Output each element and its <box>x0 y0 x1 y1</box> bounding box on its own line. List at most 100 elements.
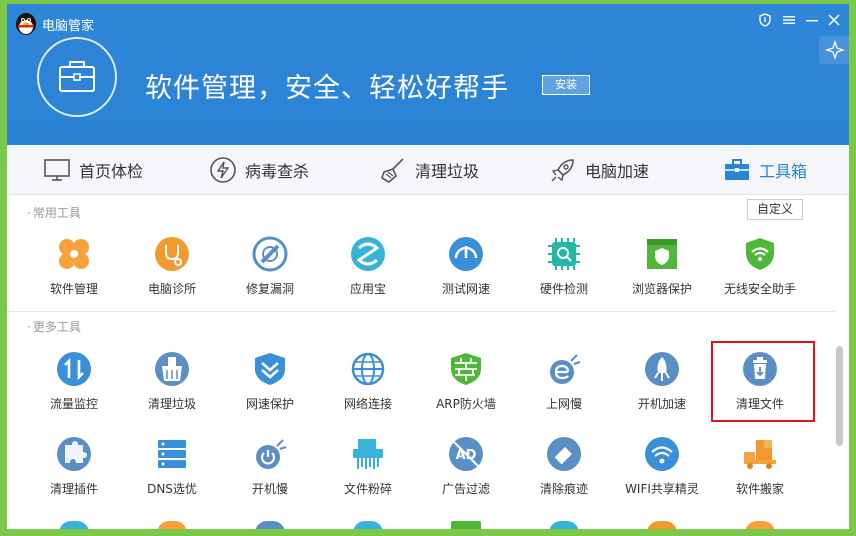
tool-label: 硬件检测 <box>539 282 588 296</box>
tool-clear-traces[interactable]: 清除痕迹 <box>519 436 609 516</box>
dns-icon <box>158 440 186 468</box>
tab-label: 清理垃圾 <box>415 162 480 181</box>
vertical-scrollbar[interactable] <box>836 346 843 446</box>
tool-boot-speed[interactable]: 开机加速 <box>617 351 707 431</box>
tool-browser-protect[interactable]: 浏览器保护 <box>617 236 707 316</box>
partial-tool-icon <box>353 521 383 529</box>
tool-network-connect[interactable]: 网络连接 <box>323 351 413 431</box>
section-title-common: 常用工具 <box>27 204 81 221</box>
patch-icon <box>252 236 288 272</box>
tab-toolbox[interactable]: 工具箱 <box>723 145 807 195</box>
wifi-share-icon <box>645 437 679 471</box>
tool-slow-browsing[interactable]: 上网慢 <box>519 351 609 431</box>
tool-label: 软件搬家 <box>735 482 784 496</box>
partial-tool-icon <box>157 521 187 529</box>
tool-speed-test[interactable]: 测试网速 <box>421 236 511 316</box>
tool-arp-firewall[interactable]: ARP防火墙 <box>421 351 511 431</box>
tool-label: 电脑诊所 <box>147 282 196 296</box>
tool-fix-vulnerabilities[interactable]: 修复漏洞 <box>225 236 315 316</box>
tool-label: 流量监控 <box>49 397 98 411</box>
sparkle-skin-button[interactable] <box>819 36 849 64</box>
tab-virus-scan[interactable]: 病毒查杀 <box>209 145 309 195</box>
tool-label: 无线安全助手 <box>723 282 796 296</box>
tool-file-shredder[interactable]: 文件粉碎 <box>323 436 413 516</box>
trash-cleaner-icon <box>155 352 189 386</box>
slow-boot-icon <box>256 439 287 469</box>
tool-label: DNS选优 <box>147 482 197 496</box>
window-frame: 电脑管家 软件管理，安全、轻松好帮手 安装 首页体检 病毒查杀 清理垃圾 电脑加… <box>0 0 856 536</box>
partial-tool-icon <box>255 521 285 529</box>
lightning-shield-icon <box>210 157 236 183</box>
tool-label: 上网慢 <box>545 397 582 411</box>
tool-label: 文件粉碎 <box>343 482 392 496</box>
tool-label: 测试网速 <box>441 282 490 296</box>
tool-label: 开机加速 <box>637 397 686 411</box>
partial-folder-icon <box>451 521 481 529</box>
tool-ad-filter[interactable]: AD 广告过滤 <box>421 436 511 516</box>
tool-label: 网速保护 <box>245 397 294 411</box>
partial-tool-icon <box>745 521 775 529</box>
tab-label: 电脑加速 <box>585 162 650 181</box>
tool-app-store[interactable]: 应用宝 <box>323 236 413 316</box>
tab-label: 首页体检 <box>79 162 144 181</box>
stethoscope-icon <box>155 237 189 271</box>
minimize-icon[interactable] <box>804 13 820 29</box>
moving-truck-icon <box>744 440 776 469</box>
toolbox-icon <box>725 159 749 180</box>
globe-icon <box>351 352 385 386</box>
tool-traffic-monitor[interactable]: 流量监控 <box>29 351 119 431</box>
speed-protect-icon <box>255 353 285 385</box>
wifi-shield-icon <box>746 238 774 270</box>
menu-icon[interactable] <box>781 13 797 29</box>
tool-hardware-check[interactable]: 硬件检测 <box>519 236 609 316</box>
tab-label: 病毒查杀 <box>245 162 310 181</box>
highlight-box <box>711 341 815 422</box>
tool-label: 软件管理 <box>49 282 98 296</box>
header-banner: 电脑管家 软件管理，安全、轻松好帮手 安装 <box>7 4 849 145</box>
tool-slow-boot[interactable]: 开机慢 <box>225 436 315 516</box>
tool-label: 广告过滤 <box>441 482 490 496</box>
firewall-icon <box>451 353 481 385</box>
tool-label: 浏览器保护 <box>631 282 692 296</box>
tool-software-manager[interactable]: 软件管理 <box>29 236 119 316</box>
section-title-more: 更多工具 <box>27 318 81 335</box>
tool-move-software[interactable]: 软件搬家 <box>715 436 805 516</box>
tool-label: 网络连接 <box>343 397 392 411</box>
rocket-icon <box>551 159 574 182</box>
main-nav: 首页体检 病毒查杀 清理垃圾 电脑加速 工具箱 <box>7 145 849 195</box>
boot-speed-icon <box>645 352 679 386</box>
shredder-icon <box>353 439 383 469</box>
tab-home-checkup[interactable]: 首页体检 <box>43 145 143 195</box>
tab-label: 工具箱 <box>759 162 808 181</box>
tool-label: 开机慢 <box>251 482 288 496</box>
section-divider <box>7 311 835 312</box>
partial-tool-icon <box>59 521 89 529</box>
shield-icon[interactable] <box>757 13 773 29</box>
customize-button[interactable]: 自定义 <box>747 199 803 220</box>
browser-shield-icon <box>647 239 677 269</box>
hardware-check-icon <box>548 238 580 270</box>
partial-tool-icon <box>647 521 677 529</box>
tool-clean-plugins[interactable]: 清理插件 <box>29 436 119 516</box>
tool-wifi-security[interactable]: 无线安全助手 <box>715 236 805 316</box>
tool-dns-optimize[interactable]: DNS选优 <box>127 436 217 516</box>
tab-clean-junk[interactable]: 清理垃圾 <box>379 145 479 195</box>
install-button[interactable]: 安装 <box>542 75 590 95</box>
qq-penguin-icon <box>16 13 36 35</box>
traffic-monitor-icon <box>57 352 91 386</box>
tool-speed-protect[interactable]: 网速保护 <box>225 351 315 431</box>
tool-label: 修复漏洞 <box>245 282 294 296</box>
tool-pc-clinic[interactable]: 电脑诊所 <box>127 236 217 316</box>
toolbox-hero-icon <box>37 37 117 117</box>
tool-trash-cleaner[interactable]: 清理垃圾 <box>127 351 217 431</box>
banner-headline: 软件管理，安全、轻松好帮手 <box>145 73 509 104</box>
tool-wifi-share[interactable]: WIFI共享精灵 <box>617 436 707 516</box>
broom-icon <box>381 158 404 183</box>
partial-tool-icon <box>549 521 579 529</box>
tool-label: 清理插件 <box>49 482 98 496</box>
toolbox-content: 常用工具 自定义 软件管理 电脑诊所 修复漏洞 <box>7 196 849 529</box>
app-store-icon <box>351 237 385 271</box>
close-icon[interactable] <box>826 13 842 29</box>
tab-speedup[interactable]: 电脑加速 <box>549 145 649 195</box>
tool-label: 应用宝 <box>349 282 386 296</box>
